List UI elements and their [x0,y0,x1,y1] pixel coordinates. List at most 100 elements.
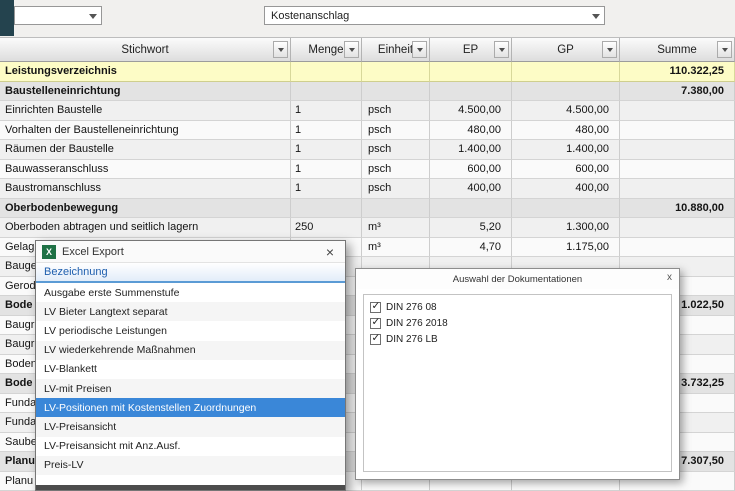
cell-menge[interactable]: 1 [291,179,362,199]
cell-gp[interactable]: 600,00 [512,160,620,180]
cell-gp[interactable]: 480,00 [512,121,620,141]
cell-menge[interactable]: 1 [291,160,362,180]
column-header-summe[interactable]: Summe [620,38,735,62]
excel-export-option[interactable]: LV-Preisansicht mit Anz.Ausf. [36,437,345,456]
cell-menge[interactable]: 250 [291,218,362,238]
cell-ep[interactable]: 4,70 [430,238,512,258]
filter-dropdown-icon[interactable] [273,41,288,58]
table-row[interactable]: Baustromanschluss1psch400,00400,00 [0,179,735,199]
cell-ep[interactable]: 600,00 [430,160,512,180]
cell-summe[interactable] [620,160,735,180]
cell-summe[interactable] [620,101,735,121]
cell-gp[interactable]: 4.500,00 [512,101,620,121]
cell-summe[interactable]: 7.380,00 [620,82,735,102]
table-row[interactable]: Oberboden abtragen und seitlich lagern25… [0,218,735,238]
excel-export-option[interactable]: LV Bieter Langtext separat [36,302,345,321]
excel-export-titlebar[interactable]: X Excel Export × [36,241,345,263]
documentation-option[interactable]: DIN 276 LB [370,331,665,347]
cell-stichwort[interactable]: Bauwasseranschluss [0,160,291,180]
table-row[interactable]: Leistungsverzeichnis 110.322,25 [0,62,735,82]
checkbox-icon[interactable] [370,302,381,313]
excel-export-option[interactable]: LV-Blankett [36,360,345,379]
cell-summe[interactable]: 110.322,25 [620,62,735,82]
cell-gp[interactable] [512,199,620,219]
cell-ep[interactable]: 4.500,00 [430,101,512,121]
table-row[interactable]: Räumen der Baustelle1psch1.400,001.400,0… [0,140,735,160]
cell-summe[interactable] [620,238,735,258]
cell-ep[interactable]: 400,00 [430,179,512,199]
cell-ep[interactable]: 1.400,00 [430,140,512,160]
column-header-menge[interactable]: Menge [291,38,362,62]
cell-summe[interactable] [620,179,735,199]
excel-export-option[interactable]: LV-Positionen mit Kostenstellen Zuordnun… [36,398,345,417]
column-header-ep[interactable]: EP [430,38,512,62]
dokumentationen-titlebar[interactable]: Auswahl der Dokumentationen x [356,269,679,289]
cell-stichwort[interactable]: Leistungsverzeichnis [0,62,291,82]
cell-menge[interactable]: 1 [291,101,362,121]
cell-gp[interactable] [512,62,620,82]
cell-einheit[interactable]: psch [362,121,430,141]
cell-ep[interactable] [430,62,512,82]
cell-stichwort[interactable]: Baustelleneinrichtung [0,82,291,102]
cell-menge[interactable]: 1 [291,121,362,141]
column-header-gp[interactable]: GP [512,38,620,62]
cell-stichwort[interactable]: Räumen der Baustelle [0,140,291,160]
cell-gp[interactable] [512,82,620,102]
excel-export-option[interactable]: LV-Preisansicht [36,417,345,436]
cell-einheit[interactable]: psch [362,101,430,121]
cell-gp[interactable]: 400,00 [512,179,620,199]
cell-stichwort[interactable]: Oberboden abtragen und seitlich lagern [0,218,291,238]
table-row[interactable]: Baustelleneinrichtung 7.380,00 [0,82,735,102]
chevron-down-icon[interactable] [85,7,101,24]
cell-menge[interactable]: 1 [291,140,362,160]
cell-einheit[interactable]: m³ [362,218,430,238]
cell-menge[interactable] [291,82,362,102]
cell-einheit[interactable] [362,62,430,82]
table-row[interactable]: Einrichten Baustelle1psch4.500,004.500,0… [0,101,735,121]
column-header-einheit[interactable]: Einheit [362,38,430,62]
cell-summe[interactable] [620,121,735,141]
kostenanschlag-combobox[interactable]: Kostenanschlag [264,6,605,25]
cell-ep[interactable] [430,82,512,102]
cell-menge[interactable] [291,199,362,219]
cell-einheit[interactable]: psch [362,179,430,199]
excel-export-option[interactable]: LV wiederkehrende Maßnahmen [36,341,345,360]
table-row[interactable]: Oberbodenbewegung 10.880,00 [0,199,735,219]
cell-ep[interactable] [430,199,512,219]
cell-einheit[interactable] [362,82,430,102]
excel-export-option[interactable]: LV-mit Preisen [36,379,345,398]
documentation-option[interactable]: DIN 276 2018 [370,315,665,331]
chevron-down-icon[interactable] [588,7,604,24]
table-row[interactable]: Vorhalten der Baustelleneinrichtung1psch… [0,121,735,141]
cell-stichwort[interactable]: Einrichten Baustelle [0,101,291,121]
cell-gp[interactable]: 1.300,00 [512,218,620,238]
filter-dropdown-icon[interactable] [344,41,359,58]
cell-gp[interactable]: 1.175,00 [512,238,620,258]
cell-einheit[interactable]: psch [362,160,430,180]
cell-einheit[interactable]: psch [362,140,430,160]
cell-ep[interactable]: 5,20 [430,218,512,238]
documentation-option[interactable]: DIN 276 08 [370,299,665,315]
column-header-stichwort[interactable]: Stichwort [0,38,291,62]
excel-export-option[interactable]: Preis-LV [36,456,345,475]
checkbox-icon[interactable] [370,318,381,329]
filter-dropdown-icon[interactable] [412,41,427,58]
cell-einheit[interactable] [362,199,430,219]
cell-summe[interactable] [620,218,735,238]
cell-summe[interactable]: 10.880,00 [620,199,735,219]
filter-dropdown-icon[interactable] [494,41,509,58]
cell-summe[interactable] [620,140,735,160]
excel-export-option[interactable]: LV periodische Leistungen [36,321,345,340]
excel-list-column-header[interactable]: Bezeichnung [36,263,345,283]
cell-stichwort[interactable]: Vorhalten der Baustelleneinrichtung [0,121,291,141]
cell-stichwort[interactable]: Baustromanschluss [0,179,291,199]
cell-stichwort[interactable]: Oberbodenbewegung [0,199,291,219]
close-icon[interactable]: × [321,243,339,261]
excel-export-option[interactable]: Ausgabe erste Summenstufe [36,283,345,302]
cell-ep[interactable]: 480,00 [430,121,512,141]
table-row[interactable]: Bauwasseranschluss1psch600,00600,00 [0,160,735,180]
cell-gp[interactable]: 1.400,00 [512,140,620,160]
filter-dropdown-icon[interactable] [717,41,732,58]
close-icon[interactable]: x [667,272,672,283]
cell-menge[interactable] [291,62,362,82]
